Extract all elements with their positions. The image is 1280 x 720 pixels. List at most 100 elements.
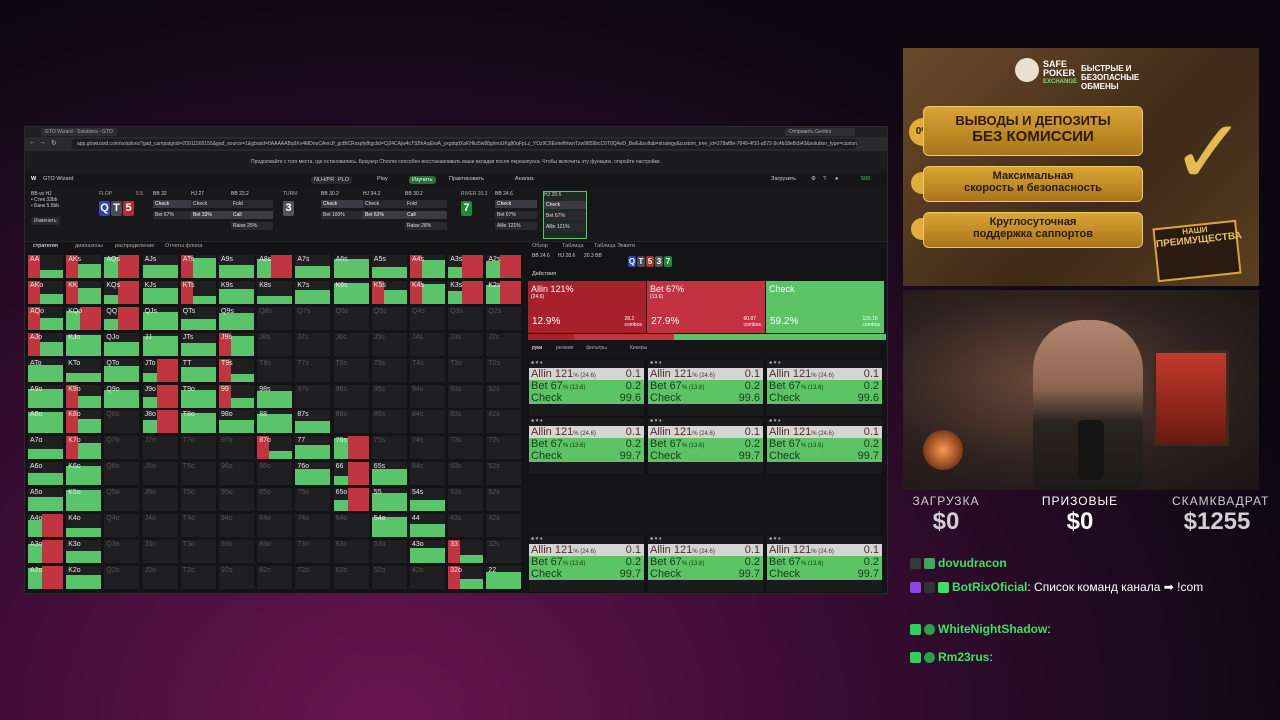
node-action[interactable]: Bet 67% [153,211,195,219]
hand-cell[interactable]: T2o [179,564,217,590]
combo-card[interactable]: ♣ ♥ ♦ Allin 121% (24.6) 0.1 Bet 67% (13.6) 0… [766,359,883,417]
hand-cell[interactable]: 99 [218,383,255,409]
hand-cell[interactable]: 64s [409,461,446,487]
hand-cell[interactable]: 98s [256,383,294,409]
hand-cell[interactable]: QQ [103,305,141,331]
hand-cell[interactable]: Q4o [103,513,141,538]
hand-cell[interactable]: QTo [103,357,141,383]
hand-cell[interactable]: 66 [332,461,370,487]
hand-cell[interactable]: Q6s [332,305,370,331]
hand-cell[interactable]: T6o [179,461,217,487]
hand-cell[interactable]: 98o [218,409,255,435]
hand-cell[interactable]: 75s [370,435,408,461]
hand-cell[interactable]: T9s [218,357,255,383]
hand-cell[interactable]: QJo [103,331,141,357]
hand-cell[interactable]: A3o [27,538,64,564]
node-action[interactable]: Call [405,211,447,219]
hand-cell[interactable]: TT [179,357,217,383]
hand-cell[interactable]: AJo [27,331,64,357]
nav-study[interactable]: Изучить [409,176,436,184]
actions-dropdown[interactable]: Действия [532,271,556,277]
hand-cell[interactable]: Q2o [103,564,141,590]
node-action[interactable]: Call [231,211,273,219]
hand-cell[interactable]: T6s [332,357,370,383]
hand-cell[interactable]: A6s [332,254,370,279]
hand-cell[interactable]: A2s [485,254,523,279]
hand-cell[interactable]: Q8s [256,305,294,331]
hand-cell[interactable]: 63s [447,461,485,487]
node-action[interactable]: Allin 121% [495,222,537,230]
node-action[interactable]: Bet 100% [321,211,363,219]
street-node[interactable]: HJ 34.2 Check Bet 62% [363,191,405,237]
tab-strategy[interactable]: стратегия [33,243,58,249]
hand-cell[interactable]: 53o [370,538,408,564]
hand-cell[interactable]: Q9s [218,305,255,331]
hand-cell[interactable]: KJs [141,279,179,305]
hand-cell[interactable]: A4o [27,513,64,538]
hand-cell[interactable]: A3s [447,254,485,279]
hand-cell[interactable]: J2s [485,331,523,357]
help-icon[interactable]: ? [823,176,826,182]
hand-cell[interactable]: A2o [27,564,64,590]
node-action[interactable]: Bet 33% [191,211,233,219]
hand-cell[interactable]: T5o [179,487,217,513]
hand-cell[interactable]: J5o [141,487,179,513]
hand-cell[interactable]: J7s [294,331,332,357]
hand-cell[interactable]: 73o [294,538,332,564]
street-node[interactable]: HJ 28.6 Check Bet 67% Allin 121% [543,191,587,239]
combo-card[interactable]: ♣ ♥ ♦ Allin 121% (24.6) 0.1 Bet 67% (13.6) 0… [528,535,645,593]
hand-cell[interactable]: A8s [256,254,294,279]
hand-cell[interactable]: A7s [294,254,332,279]
hand-cell[interactable]: K9s [218,279,255,305]
hand-cell[interactable]: KTo [65,357,103,383]
hand-cell[interactable]: A6o [27,461,64,487]
hand-cell[interactable]: KQo [65,305,103,331]
hand-cell[interactable]: 83o [256,538,294,564]
node-action[interactable]: Check [495,200,537,208]
hand-cell[interactable]: 43o [409,538,446,564]
node-action[interactable]: Bet 67% [495,211,537,219]
hand-cell[interactable]: A9s [218,254,255,279]
hand-cell[interactable]: 86s [332,409,370,435]
street-node[interactable]: BB 32 Check Bet 67% [153,191,195,237]
hand-cell[interactable]: 22 [485,564,523,590]
hand-cell[interactable]: J7o [141,435,179,461]
hand-cell[interactable]: QJs [141,305,179,331]
subtab-filters[interactable]: фильтры [586,345,607,351]
panel-tab-equity[interactable]: Таблица Эквити [594,243,635,249]
hand-cell[interactable]: J3s [447,331,485,357]
hand-cell[interactable]: 94o [218,513,255,538]
hand-cell[interactable]: A8o [27,409,64,435]
hand-cell[interactable]: 65s [370,461,408,487]
hand-cell[interactable]: K5s [370,279,408,305]
tab-distribution[interactable]: распределение [115,243,154,249]
hand-cell[interactable]: AA [27,254,64,279]
hand-cell[interactable]: T3s [447,357,485,383]
hand-cell[interactable]: 87s [294,409,332,435]
hand-cell[interactable]: T4s [409,357,446,383]
hand-cell[interactable]: K5o [65,487,103,513]
hand-cell[interactable]: Q9o [103,383,141,409]
hand-cell[interactable]: 72s [485,435,523,461]
hand-cell[interactable]: 93s [447,383,485,409]
node-action[interactable]: Check [191,200,233,208]
hand-cell[interactable]: T3o [179,538,217,564]
hand-cell[interactable]: K8s [256,279,294,305]
hand-cell[interactable]: 54o [370,513,408,538]
combo-card[interactable]: ♣ ♥ ♦ Allin 121% (24.6) 0.1 Bet 67% (13.6) 0… [647,417,764,475]
hand-cell[interactable]: 93o [218,538,255,564]
hand-cell[interactable]: T7s [294,357,332,383]
node-action[interactable]: Check [321,200,363,208]
hand-cell[interactable]: 83s [447,409,485,435]
hand-cell[interactable]: Q7s [294,305,332,331]
hand-cell[interactable]: A9o [27,383,64,409]
hand-cell[interactable]: T9o [179,383,217,409]
hand-cell[interactable]: K7o [65,435,103,461]
hand-cell[interactable]: J9s [218,331,255,357]
change-button[interactable]: Изменить [31,217,60,225]
back-icon[interactable]: ← [29,139,36,146]
forward-icon[interactable]: → [39,139,46,146]
hand-cell[interactable]: A5o [27,487,64,513]
hand-cell[interactable]: ATs [179,254,217,279]
combo-card[interactable]: ♣ ♥ ♦ Allin 121% (24.6) 0.1 Bet 67% (13.6) 0… [528,359,645,417]
